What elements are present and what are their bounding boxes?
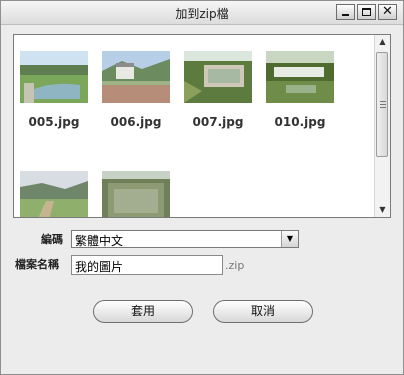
close-button[interactable]: ✕ <box>378 4 397 20</box>
thumbnail-label: 007.jpg <box>192 115 244 129</box>
filename-label: 檔案名稱 <box>15 258 59 271</box>
thumbnail-item[interactable] <box>96 171 176 217</box>
minimize-icon <box>342 14 349 16</box>
filename-input[interactable]: 我的圖片 <box>71 255 223 275</box>
maximize-button[interactable] <box>357 4 376 20</box>
encoding-value: 繁體中文 <box>75 234 124 248</box>
file-extension: .zip <box>225 259 245 272</box>
thumbnail-image <box>184 51 252 103</box>
thumbnail-image <box>20 171 88 217</box>
grip-icon <box>380 101 386 108</box>
thumbnail-label: 010.jpg <box>274 115 326 129</box>
thumbnail-item[interactable]: 010.jpg <box>260 51 340 129</box>
minimize-button[interactable] <box>336 4 355 20</box>
thumbnail-image <box>20 51 88 103</box>
title-bar[interactable]: 加到zip檔 ✕ <box>1 1 403 25</box>
encoding-label: 編碼 <box>41 233 63 246</box>
chevron-down-icon[interactable]: ▼ <box>281 231 298 247</box>
thumbnail-label: 006.jpg <box>110 115 162 129</box>
apply-button[interactable]: 套用 <box>93 300 193 323</box>
scroll-up-icon[interactable]: ▲ <box>375 35 390 49</box>
thumbnail-image <box>102 171 170 217</box>
thumbnail-image <box>266 51 334 103</box>
filename-value: 我的圖片 <box>75 260 124 274</box>
maximize-icon <box>362 8 371 16</box>
close-icon: ✕ <box>382 4 393 19</box>
encoding-select[interactable]: 繁體中文 ▼ <box>71 230 299 248</box>
thumbnail-item[interactable] <box>14 171 94 217</box>
scroll-thumb[interactable] <box>376 52 388 157</box>
gallery-scrollbar[interactable]: ▲ ▼ <box>374 35 390 217</box>
window-controls: ✕ <box>336 4 397 20</box>
thumbnail-item[interactable]: 006.jpg <box>96 51 176 129</box>
add-to-zip-dialog: 加到zip檔 ✕ 005.jpg 006.jpg 007.jpg 010.jpg… <box>0 0 404 375</box>
thumbnail-image <box>102 51 170 103</box>
cancel-button[interactable]: 取消 <box>213 300 313 323</box>
thumbnail-item[interactable]: 007.jpg <box>178 51 258 129</box>
image-gallery[interactable]: 005.jpg 006.jpg 007.jpg 010.jpg ▲ ▼ <box>13 34 391 218</box>
scroll-down-icon[interactable]: ▼ <box>375 203 390 217</box>
thumbnail-label: 005.jpg <box>28 115 80 129</box>
thumbnail-item[interactable]: 005.jpg <box>14 51 94 129</box>
